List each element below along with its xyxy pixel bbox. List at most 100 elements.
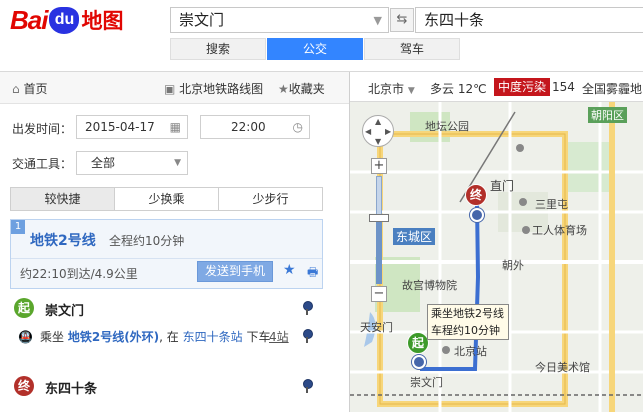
locate-start-pin-icon[interactable] xyxy=(302,301,313,315)
home-link[interactable]: ⌂ 首页 xyxy=(12,80,47,97)
pan-left-icon[interactable]: ◀ xyxy=(365,127,371,136)
map-label-chaoyangqu: 朝阳区 xyxy=(588,107,627,123)
end-marker: 终 xyxy=(14,376,34,396)
locate-end-pin-icon[interactable] xyxy=(302,379,313,393)
time-value: 22:00 xyxy=(231,120,266,134)
tab-fewer-transfers[interactable]: 少换乘 xyxy=(115,188,219,210)
transport-select[interactable]: 全部 ▼ xyxy=(76,151,188,175)
subway-icon: ▣ xyxy=(164,82,176,96)
map-label-sanlitun: 三里屯 xyxy=(535,198,568,211)
star-icon: ★ xyxy=(278,82,289,96)
transport-value: 全部 xyxy=(91,156,116,170)
pan-down-icon[interactable]: ▼ xyxy=(375,137,381,146)
tab-fastest[interactable]: 较快捷 xyxy=(11,188,115,210)
clock-icon[interactable]: ◷ xyxy=(293,116,303,138)
map-label-chongwenmen: 崇文门 xyxy=(410,376,443,389)
swap-arrows-icon: ⇆ xyxy=(396,12,408,27)
ride-mid: , 在 xyxy=(159,330,179,344)
route-tooltip: 乘坐地铁2号线 车程约10分钟 xyxy=(427,304,509,340)
pan-right-icon[interactable]: ▶ xyxy=(385,127,391,136)
map-pan-control[interactable]: ▲ ▼ ◀ ▶ xyxy=(362,115,394,147)
city-name: 北京市 xyxy=(368,82,405,96)
zoom-out-button[interactable]: − xyxy=(371,286,387,302)
print-icon[interactable]: 🖶 xyxy=(307,263,318,284)
map-start-marker[interactable]: 起 xyxy=(407,332,429,354)
map-label-palace-museum: 故宫博物院 xyxy=(402,279,457,292)
city-selector[interactable]: 北京市 ▼ xyxy=(368,80,415,97)
time-field[interactable]: 22:00 ◷ xyxy=(200,115,310,139)
stations-count-link[interactable]: 4站 xyxy=(269,328,289,345)
weather-text: 多云 12℃ xyxy=(430,82,487,96)
search-mode-tabs: 搜索 公交 驾车 xyxy=(170,38,461,60)
zoom-in-button[interactable]: + xyxy=(371,158,387,174)
logo-bai-text: Bai xyxy=(10,4,48,35)
swap-direction-button[interactable]: ⇆ xyxy=(390,8,414,32)
route-panel: ⌂ 首页 ▣ 北京地铁路线图 ★收藏夹 出发时间： 2015-04-17 ▦ 2… xyxy=(0,72,349,412)
ride-station-link[interactable]: 东四十条站 xyxy=(183,330,243,344)
home-icon: ⌂ xyxy=(12,82,20,96)
origin-input-value: 崇文门 xyxy=(179,11,225,29)
map-label-tiananmen: 天安门 xyxy=(360,321,393,334)
map-subway-icon xyxy=(470,208,484,222)
date-value: 2015-04-17 xyxy=(85,120,155,134)
map-view[interactable]: 北京市 ▼ 多云 12℃ 中度污染 154 全国雾霾地图 朝阳区 地坛公园 直门… xyxy=(350,72,643,412)
map-label-beijing-station: 北京站 xyxy=(454,345,487,358)
ride-line-link[interactable]: 地铁2号线(外环) xyxy=(68,330,159,344)
route-plan-card[interactable]: 1 地铁2号线 全程约10分钟 约22:10到达/4.9公里 发送到手机 ★ 🖶 xyxy=(10,219,323,289)
route-preference-tabs: 较快捷 少换乘 少步行 xyxy=(10,187,323,211)
plan-index-badge: 1 xyxy=(11,220,25,234)
zoom-slider-handle[interactable] xyxy=(369,214,389,222)
plan-divider xyxy=(11,258,322,259)
city-dropdown-icon: ▼ xyxy=(407,86,415,96)
tab-drive[interactable]: 驾车 xyxy=(364,38,460,60)
logo-du-paw: du xyxy=(49,6,80,34)
map-subway-icon-start xyxy=(412,355,426,369)
destination-input-value: 东四十条 xyxy=(424,11,485,29)
breadcrumb: ⌂ 首页 ▣ 北京地铁路线图 ★收藏夹 xyxy=(0,72,349,104)
map-label-today-art-museum: 今日美术馆 xyxy=(535,361,590,374)
baidu-map-app: Bai du 地图 崇文门 ▼ ⇆ 东四十条 搜索 公交 驾车 ⌂ 首页 ▣ 北… xyxy=(0,0,643,412)
air-quality-value: 154 xyxy=(552,80,575,94)
tab-search[interactable]: 搜索 xyxy=(170,38,266,60)
favorites-link[interactable]: ★收藏夹 xyxy=(278,80,325,97)
ride-instruction: 乘坐 地铁2号线(外环), 在 东四十条站 下车 xyxy=(40,327,290,347)
destination-input[interactable]: 东四十条 xyxy=(415,7,643,33)
tab-transit[interactable]: 公交 xyxy=(267,38,363,60)
pan-up-icon[interactable]: ▲ xyxy=(375,117,381,126)
zoom-level-fill xyxy=(376,218,382,284)
baidu-map-logo[interactable]: Bai du 地图 xyxy=(10,5,123,35)
header: Bai du 地图 崇文门 ▼ ⇆ 东四十条 搜索 公交 驾车 xyxy=(0,0,643,72)
plan-line-name[interactable]: 地铁2号线 xyxy=(30,230,96,250)
ride-prefix: 乘坐 xyxy=(40,330,65,344)
tooltip-line2: 车程约10分钟 xyxy=(431,324,500,337)
plan-duration: 全程约10分钟 xyxy=(109,234,185,248)
favorite-star-icon[interactable]: ★ xyxy=(283,262,296,278)
chevron-down-icon: ▼ xyxy=(174,158,181,168)
depart-time-label: 出发时间： xyxy=(12,122,73,136)
subway-map-label: 北京地铁路线图 xyxy=(179,82,264,96)
map-label-ditan-park: 地坛公园 xyxy=(425,120,469,133)
map-status-bar: 北京市 ▼ 多云 12℃ 中度污染 154 全国雾霾地图 xyxy=(350,72,643,102)
map-end-marker[interactable]: 终 xyxy=(465,184,487,206)
dropdown-arrow-icon[interactable]: ▼ xyxy=(374,14,382,27)
map-label-zhimen: 直门 xyxy=(490,179,515,193)
send-to-phone-button[interactable]: 发送到手机 xyxy=(197,261,273,282)
ride-suffix: 下车 xyxy=(246,330,271,344)
subway-map-link[interactable]: ▣ 北京地铁路线图 xyxy=(164,80,263,97)
favorites-label: 收藏夹 xyxy=(288,82,325,96)
logo-map-text: 地图 xyxy=(81,9,124,33)
map-label-workers-stadium: 工人体育场 xyxy=(532,224,587,237)
start-stop-name: 崇文门 xyxy=(45,304,85,319)
zoom-control: + − xyxy=(369,158,389,303)
smog-map-link[interactable]: 全国雾霾地图 xyxy=(582,80,643,97)
map-label-chaowai: 朝外 xyxy=(502,259,524,272)
air-quality-badge[interactable]: 中度污染 xyxy=(494,78,551,96)
calendar-icon[interactable]: ▦ xyxy=(170,116,181,138)
start-marker: 起 xyxy=(14,298,34,318)
subway-train-icon: 🚇 xyxy=(18,330,33,344)
tab-less-walking[interactable]: 少步行 xyxy=(219,188,322,210)
locate-ride-pin-icon[interactable] xyxy=(302,329,313,343)
origin-input[interactable]: 崇文门 ▼ xyxy=(170,7,389,33)
plan-arrival: 约22:10到达/4.9公里 xyxy=(20,267,138,281)
date-field[interactable]: 2015-04-17 ▦ xyxy=(76,115,188,139)
